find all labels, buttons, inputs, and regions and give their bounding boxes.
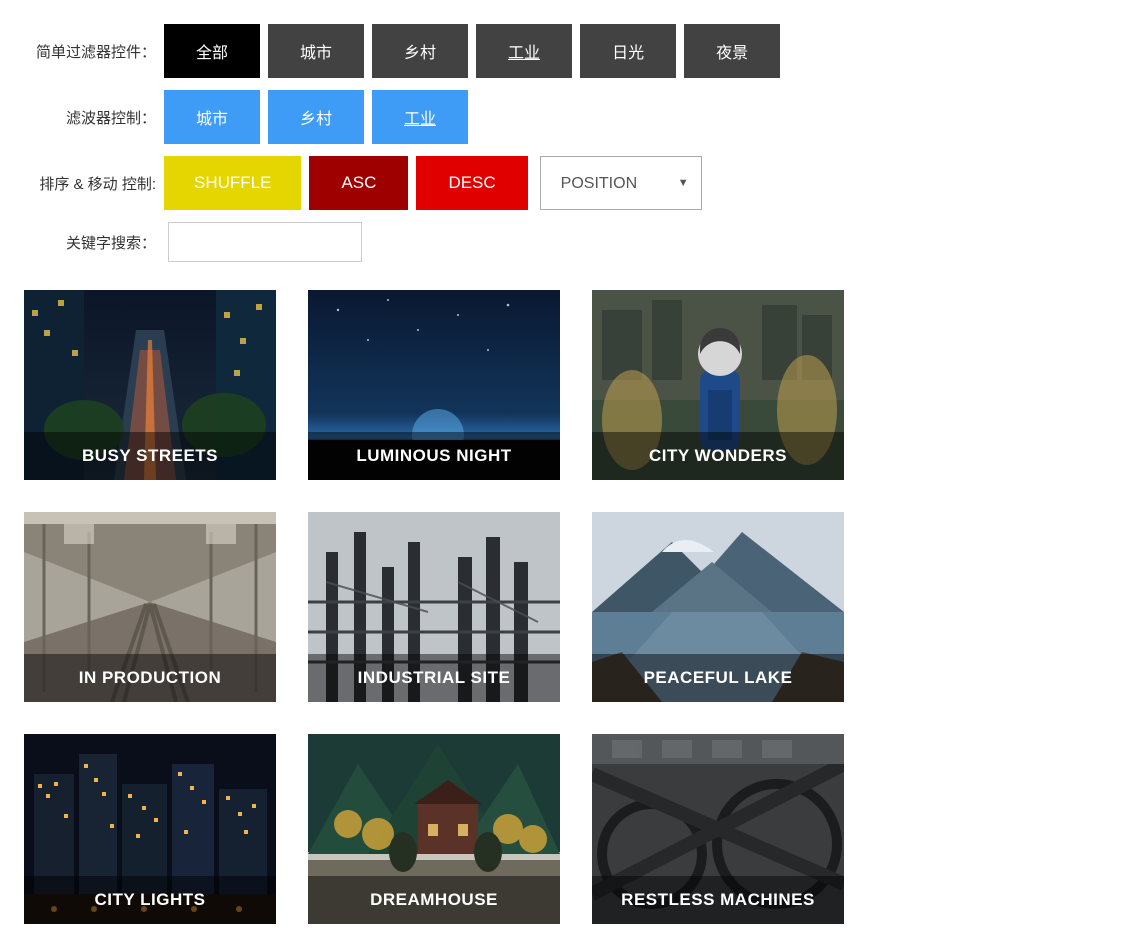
simple-filter-buttons: 全部 城市 乡村 工业 日光 夜景 <box>164 24 788 78</box>
simple-filter-label: 工业 <box>508 39 540 63</box>
card-caption: CITY WONDERS <box>592 432 844 480</box>
card-caption: CITY LIGHTS <box>24 876 276 924</box>
search-label: 关键字搜索： <box>24 232 164 253</box>
card-caption: RESTLESS MACHINES <box>592 876 844 924</box>
sort-label: 排序 & 移动 控制: <box>24 173 164 194</box>
desc-button[interactable]: DESC <box>416 156 527 210</box>
asc-button[interactable]: ASC <box>309 156 408 210</box>
card-city-wonders[interactable]: CITY WONDERS <box>592 290 844 480</box>
card-luminous-night[interactable]: LUMINOUS NIGHT <box>308 290 560 480</box>
simple-filter-label: 夜景 <box>716 39 748 63</box>
card-caption: DREAMHOUSE <box>308 876 560 924</box>
sort-select[interactable]: POSITION <box>561 175 661 192</box>
simple-filter-0[interactable]: 全部 <box>164 24 260 78</box>
card-city-lights[interactable]: CITY LIGHTS <box>24 734 276 924</box>
simple-filter-label: 简单过滤器控件： <box>24 41 164 62</box>
card-dreamhouse[interactable]: DREAMHOUSE <box>308 734 560 924</box>
multi-filter-label: 乡村 <box>300 105 332 129</box>
search-input[interactable] <box>168 222 362 262</box>
card-caption: INDUSTRIAL SITE <box>308 654 560 702</box>
multi-filter-0[interactable]: 城市 <box>164 90 260 144</box>
multi-filter-buttons: 城市 乡村 工业 <box>164 90 476 144</box>
simple-filter-2[interactable]: 乡村 <box>372 24 468 78</box>
chevron-down-icon: ▼ <box>678 177 689 189</box>
multi-filter-1[interactable]: 乡村 <box>268 90 364 144</box>
sort-select-wrap[interactable]: POSITION ▼ <box>540 156 702 210</box>
card-busy-streets[interactable]: BUSY STREETS <box>24 290 276 480</box>
card-industrial-site[interactable]: INDUSTRIAL SITE <box>308 512 560 702</box>
card-caption: PEACEFUL LAKE <box>592 654 844 702</box>
card-caption: IN PRODUCTION <box>24 654 276 702</box>
shuffle-button[interactable]: SHUFFLE <box>164 156 301 210</box>
multi-filter-label: 工业 <box>404 105 436 129</box>
simple-filter-1[interactable]: 城市 <box>268 24 364 78</box>
multi-filter-label: 滤波器控制： <box>24 107 164 128</box>
simple-filter-5[interactable]: 夜景 <box>684 24 780 78</box>
simple-filter-label: 日光 <box>612 39 644 63</box>
simple-filter-4[interactable]: 日光 <box>580 24 676 78</box>
card-grid: BUSY STREETS LUMINOUS NIGHT CITY WONDERS… <box>24 290 1122 924</box>
search-row: 关键字搜索： <box>24 222 1122 262</box>
simple-filter-label: 乡村 <box>404 39 436 63</box>
simple-filter-label: 城市 <box>300 39 332 63</box>
card-restless-machines[interactable]: RESTLESS MACHINES <box>592 734 844 924</box>
simple-filter-label: 全部 <box>196 39 228 63</box>
card-peaceful-lake[interactable]: PEACEFUL LAKE <box>592 512 844 702</box>
card-in-production[interactable]: IN PRODUCTION <box>24 512 276 702</box>
multi-filter-2[interactable]: 工业 <box>372 90 468 144</box>
multi-filter-row: 滤波器控制： 城市 乡村 工业 <box>24 90 1122 144</box>
multi-filter-label: 城市 <box>196 105 228 129</box>
card-caption: BUSY STREETS <box>24 432 276 480</box>
card-caption: LUMINOUS NIGHT <box>308 432 560 480</box>
simple-filter-3[interactable]: 工业 <box>476 24 572 78</box>
simple-filter-row: 简单过滤器控件： 全部 城市 乡村 工业 日光 夜景 <box>24 24 1122 78</box>
sort-row: 排序 & 移动 控制: SHUFFLE ASC DESC POSITION ▼ <box>24 156 1122 210</box>
